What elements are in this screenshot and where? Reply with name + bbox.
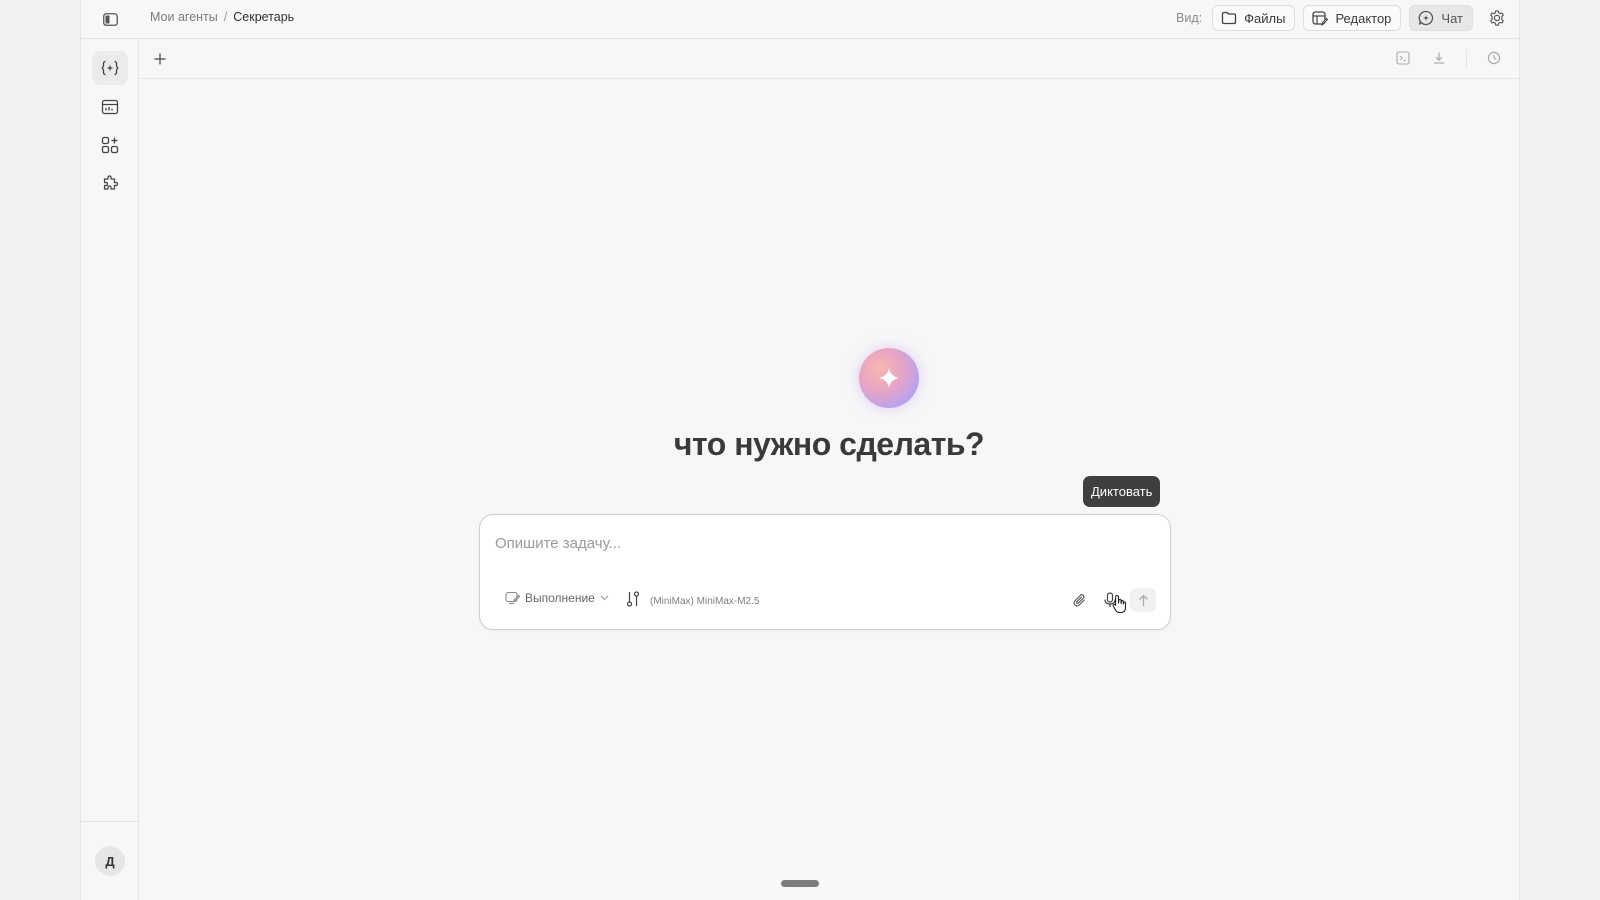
view-editor-label: Редактор (1335, 10, 1392, 26)
terminal-icon (1396, 51, 1410, 65)
mode-select[interactable]: Выполнение (505, 591, 609, 605)
breadcrumb-parent-link[interactable]: Мои агенты (150, 10, 218, 24)
agent-icon (101, 60, 119, 76)
app-window: Мои агенты / Секретарь Вид: Файлы Редакт… (80, 0, 1520, 900)
plus-icon (154, 53, 166, 65)
apps-add-icon (101, 136, 119, 154)
folder-icon (1221, 11, 1237, 25)
add-tab-button[interactable] (149, 48, 171, 70)
breadcrumb-separator: / (223, 10, 228, 24)
view-files-label: Файлы (1244, 10, 1286, 26)
hand-cursor-icon (1112, 594, 1127, 614)
chat-icon (1419, 10, 1434, 26)
view-editor-button[interactable]: Редактор (1303, 5, 1402, 31)
task-input[interactable] (495, 529, 1055, 557)
avatar[interactable]: Д (95, 846, 125, 876)
sidebar-toggle-button[interactable] (99, 9, 121, 29)
model-icon (626, 591, 640, 607)
breadcrumb-current: Секретарь (233, 10, 295, 24)
sidebar-toggle-icon (102, 12, 118, 26)
editor-icon (1312, 10, 1329, 26)
mode-label: Выполнение (525, 591, 595, 605)
assistant-orb (859, 348, 919, 408)
view-switcher: Вид: Файлы Редактор Чат (1176, 5, 1509, 31)
tab-strip-separator (1466, 49, 1467, 67)
task-composer: Выполнение (MiniMax) MiniMax-M2.5 (479, 514, 1171, 630)
sparkle-icon (879, 368, 899, 388)
arrow-up-icon (1138, 594, 1148, 606)
attach-button[interactable] (1068, 589, 1090, 611)
model-select[interactable]: (MiniMax) MiniMax-M2.5 (626, 591, 759, 607)
chevron-down-icon (600, 595, 609, 601)
download-icon (1434, 52, 1444, 64)
history-button[interactable] (1485, 49, 1503, 67)
top-bar: Мои агенты / Секретарь Вид: Файлы Редакт… (81, 0, 1519, 39)
mode-icon (505, 591, 520, 605)
view-label: Вид: (1176, 11, 1203, 25)
settings-button[interactable] (1485, 6, 1509, 30)
rail-item-apps[interactable] (92, 128, 128, 162)
view-files-button[interactable]: Файлы (1212, 5, 1296, 31)
download-button[interactable] (1430, 49, 1448, 67)
rail-item-extensions[interactable] (92, 167, 128, 201)
rail-item-dashboard[interactable] (92, 90, 128, 124)
page-title: что нужно сделать? (673, 426, 985, 462)
rail-divider (81, 821, 138, 822)
terminal-button[interactable] (1394, 49, 1412, 67)
puzzle-icon (103, 175, 119, 190)
tab-strip (139, 39, 1519, 79)
dashboard-icon (101, 99, 119, 115)
bottom-drag-handle[interactable] (781, 880, 819, 887)
view-chat-label: Чат (1441, 10, 1463, 26)
gear-icon (1490, 10, 1504, 26)
breadcrumb: Мои агенты / Секретарь (150, 10, 294, 24)
main-content: что нужно сделать? Выполнение (139, 80, 1519, 900)
paperclip-icon (1072, 593, 1085, 607)
model-label: (MiniMax) MiniMax-M2.5 (650, 595, 760, 607)
dictate-tooltip: Диктовать (1083, 476, 1161, 507)
send-button[interactable] (1130, 588, 1156, 612)
view-chat-button[interactable]: Чат (1409, 5, 1473, 31)
history-icon (1487, 51, 1501, 65)
tab-strip-tools (1394, 49, 1503, 67)
left-rail: Д (81, 39, 139, 900)
rail-item-agent[interactable] (92, 51, 128, 85)
